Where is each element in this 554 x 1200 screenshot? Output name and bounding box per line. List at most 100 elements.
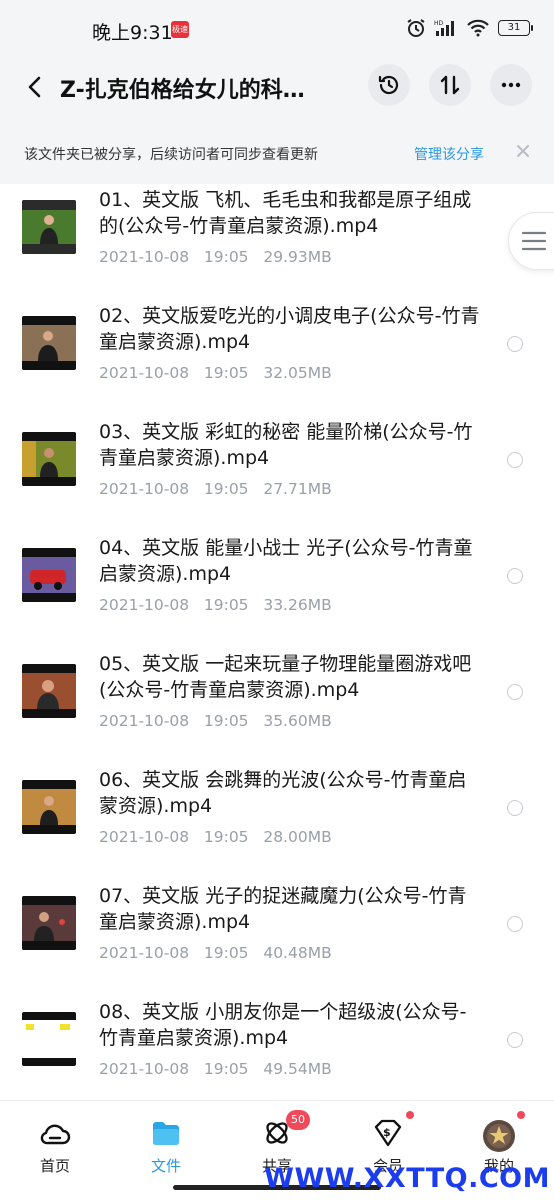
file-meta: 2021-10-08 19:05 28.00MB (99, 828, 332, 846)
history-button[interactable] (368, 64, 410, 106)
share-count-badge: 50 (286, 1110, 310, 1130)
file-meta: 2021-10-08 19:05 27.71MB (99, 480, 332, 498)
file-date: 2021-10-08 (99, 596, 190, 614)
file-time: 19:05 (203, 480, 249, 498)
more-icon (501, 82, 521, 88)
file-name: 01、英文版 飞机、毛毛虫和我都是原子组成的(公众号-竹青童启蒙资源).mp4 (99, 189, 472, 237)
file-time: 19:05 (203, 1060, 249, 1078)
header: Z-扎克伯格给女儿的科… (0, 58, 554, 122)
video-thumbnail (22, 1012, 76, 1066)
file-name: 07、英文版 光子的捉迷藏魔力(公众号-竹青童启蒙资源).mp4 (99, 885, 467, 933)
file-row[interactable]: 08、英文版 小朋友你是一个超级波(公众号-竹青童启蒙资源).mp4 2021-… (0, 996, 554, 1100)
file-time: 19:05 (203, 712, 249, 730)
file-time: 19:05 (203, 828, 249, 846)
video-thumbnail (22, 200, 76, 254)
file-meta: 2021-10-08 19:05 49.54MB (99, 1060, 332, 1078)
file-date: 2021-10-08 (99, 480, 190, 498)
file-size: 40.48MB (263, 944, 332, 962)
manage-share-link[interactable]: 管理该分享 (414, 144, 484, 164)
file-meta: 2021-10-08 19:05 29.93MB (99, 248, 332, 266)
select-radio[interactable] (507, 336, 523, 352)
sort-icon (440, 75, 460, 95)
file-time: 19:05 (203, 364, 249, 382)
select-radio[interactable] (507, 568, 523, 584)
share-notice-text: 该文件夹已被分享，后续访问者可同步查看更新 (24, 147, 318, 163)
file-time: 19:05 (203, 248, 249, 266)
svg-text:$: $ (383, 1126, 391, 1139)
back-button[interactable] (18, 70, 52, 104)
file-time: 19:05 (203, 596, 249, 614)
more-button[interactable] (490, 64, 532, 106)
file-date: 2021-10-08 (99, 828, 190, 846)
file-row[interactable]: 04、英文版 能量小战士 光子(公众号-竹青童启蒙资源).mp4 2021-10… (0, 532, 554, 648)
file-size: 33.26MB (263, 596, 332, 614)
close-icon (517, 145, 529, 157)
mine-notification-dot (517, 1111, 525, 1119)
diamond-coin-icon: $ (374, 1119, 402, 1147)
wifi-icon (467, 19, 489, 37)
folder-icon (153, 1122, 179, 1145)
file-size: 27.71MB (263, 480, 332, 498)
nav-home[interactable]: 首页 (15, 1119, 95, 1179)
chevron-left-icon (28, 76, 41, 98)
nav-home-label: 首页 (39, 1157, 70, 1175)
file-meta: 2021-10-08 19:05 40.48MB (99, 944, 332, 962)
file-meta: 2021-10-08 19:05 32.05MB (99, 364, 332, 382)
sort-button[interactable] (429, 64, 471, 106)
file-time: 19:05 (203, 944, 249, 962)
speed-badge: 极速 (171, 21, 189, 38)
menu-icon (521, 231, 547, 251)
file-name: 04、英文版 能量小战士 光子(公众号-竹青童启蒙资源).mp4 (99, 537, 473, 585)
file-row[interactable]: 05、英文版 一起来玩量子物理能量圈游戏吧(公众号-竹青童启蒙资源).mp4 2… (0, 648, 554, 764)
video-thumbnail (22, 664, 76, 718)
file-name: 02、英文版爱吃光的小调皮电子(公众号-竹青童启蒙资源).mp4 (99, 305, 480, 353)
file-name: 06、英文版 会跳舞的光波(公众号-竹青童启蒙资源).mp4 (99, 769, 467, 817)
status-time: 晚上9:31 (92, 22, 173, 44)
select-radio[interactable] (507, 916, 523, 932)
history-icon (378, 75, 399, 95)
file-row[interactable]: 01、英文版 飞机、毛毛虫和我都是原子组成的(公众号-竹青童启蒙资源).mp4 … (0, 184, 554, 300)
file-size: 32.05MB (263, 364, 332, 382)
close-banner-button[interactable] (512, 140, 534, 162)
battery-icon: 31 (498, 20, 533, 36)
video-thumbnail (22, 432, 76, 486)
file-row[interactable]: 07、英文版 光子的捉迷藏魔力(公众号-竹青童启蒙资源).mp4 2021-10… (0, 880, 554, 996)
file-date: 2021-10-08 (99, 364, 190, 382)
svg-text:HD: HD (434, 20, 444, 27)
watermark-text: WWW.XXTTQ.COM (264, 1163, 550, 1194)
nav-files-label: 文件 (150, 1157, 181, 1175)
file-row[interactable]: 06、英文版 会跳舞的光波(公众号-竹青童启蒙资源).mp4 2021-10-0… (0, 764, 554, 880)
video-thumbnail (22, 780, 76, 834)
file-meta: 2021-10-08 19:05 35.60MB (99, 712, 332, 730)
file-name: 03、英文版 彩虹的秘密 能量阶梯(公众号-竹青童启蒙资源).mp4 (99, 421, 473, 469)
file-size: 28.00MB (263, 828, 332, 846)
file-row[interactable]: 03、英文版 彩虹的秘密 能量阶梯(公众号-竹青童启蒙资源).mp4 2021-… (0, 416, 554, 532)
file-row[interactable]: 02、英文版爱吃光的小调皮电子(公众号-竹青童启蒙资源).mp4 2021-10… (0, 300, 554, 416)
file-size: 35.60MB (263, 712, 332, 730)
folder-title: Z-扎克伯格给女儿的科… (60, 78, 305, 103)
file-date: 2021-10-08 (99, 248, 190, 266)
select-radio[interactable] (507, 1032, 523, 1048)
file-date: 2021-10-08 (99, 944, 190, 962)
select-radio[interactable] (507, 684, 523, 700)
file-name: 05、英文版 一起来玩量子物理能量圈游戏吧(公众号-竹青童启蒙资源).mp4 (99, 653, 472, 701)
file-name: 08、英文版 小朋友你是一个超级波(公众号-竹青童启蒙资源).mp4 (99, 1001, 467, 1049)
select-radio[interactable] (507, 800, 523, 816)
status-icons: HD 31 (406, 18, 533, 38)
cloud-icon (40, 1124, 71, 1145)
avatar (483, 1120, 515, 1152)
select-radio[interactable] (507, 452, 523, 468)
file-date: 2021-10-08 (99, 1060, 190, 1078)
share-banner: 该文件夹已被分享，后续访问者可同步查看更新 管理该分享 (0, 122, 554, 184)
alarm-icon (407, 19, 425, 37)
file-date: 2021-10-08 (99, 712, 190, 730)
video-thumbnail (22, 548, 76, 602)
nav-files[interactable]: 文件 (126, 1119, 206, 1179)
video-thumbnail (22, 896, 76, 950)
file-list: 01、英文版 飞机、毛毛虫和我都是原子组成的(公众号-竹青童启蒙资源).mp4 … (0, 184, 554, 1100)
vip-notification-dot (406, 1111, 414, 1119)
status-bar: 晚上9:31 极速 HD 31 (0, 0, 554, 58)
file-meta: 2021-10-08 19:05 33.26MB (99, 596, 332, 614)
file-size: 29.93MB (263, 248, 332, 266)
video-thumbnail (22, 316, 76, 370)
